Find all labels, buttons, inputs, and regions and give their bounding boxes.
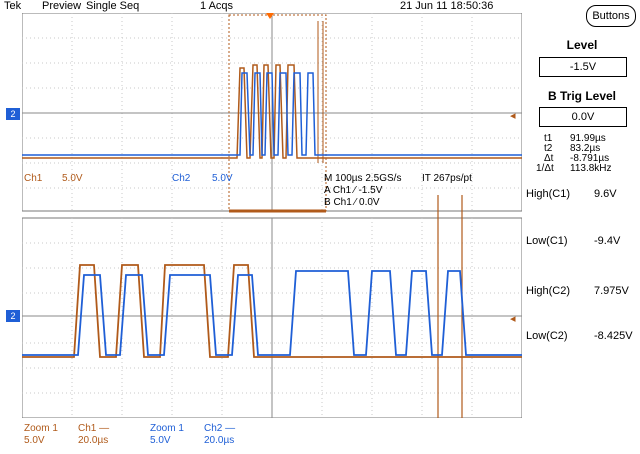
marker-label: 2	[10, 311, 16, 321]
measurement-value: -9.4V	[594, 235, 621, 247]
zoom1-ch2-zoom: Zoom 1	[150, 423, 184, 434]
buttons-button[interactable]: Buttons	[586, 5, 636, 27]
waveform-display[interactable]: Ch1 5.0V Ch2 5.0V M 100µs 2.5GS/s IT 267…	[22, 13, 522, 418]
b-trigger-level-label: B Trig Level	[547, 89, 617, 103]
zoom1-ch1-time: 20.0µs	[78, 435, 109, 446]
trigger-b-readout: B Ch1 ⁄ 0.0V	[324, 197, 380, 208]
ch2-scale-upper: 5.0V	[212, 173, 233, 184]
ch1-label-upper: Ch1	[24, 173, 43, 184]
zoom1-ch2-time: 20.0µs	[204, 435, 235, 446]
b-trigger-level-field[interactable]: 0.0V	[539, 107, 627, 127]
timebase-readout: M 100µs 2.5GS/s	[324, 173, 401, 184]
measurement-value: 7.975V	[594, 285, 629, 297]
trigger-level-label: Level	[566, 38, 598, 52]
measurement-value: 9.6V	[594, 188, 617, 200]
cursor-readout: t1 91.99µs t2 83.2µs Δt -8.791µs 1/Δt 113.8k…	[530, 134, 630, 174]
measurement-high-c2[interactable]: High(C2) 7.975V	[524, 282, 640, 326]
inverse-delta-t-value: 113.8kHz	[570, 163, 612, 174]
trigger-level-arrow-icon-lower[interactable]: ◂	[510, 312, 516, 325]
trigger-level-field[interactable]: -1.5V	[539, 57, 627, 77]
measurement-label: High(C1)	[526, 188, 571, 200]
trigger-level-arrow-icon[interactable]: ◂	[510, 109, 516, 122]
measurement-value: -8.425V	[594, 330, 633, 342]
measurement-label: High(C2)	[526, 285, 571, 297]
sequence-mode: Single Seq	[86, 0, 140, 12]
ch2-label-upper: Ch2	[172, 173, 191, 184]
zoom1-ch2-channel: Ch2 —	[204, 423, 236, 434]
ch2-ground-marker-upper[interactable]: 2	[6, 108, 20, 120]
acq-mode: Preview	[42, 0, 82, 12]
inverse-delta-t-label: 1/Δt	[536, 163, 554, 174]
interpolation-readout: IT 267ps/pt	[422, 173, 472, 184]
measurement-high-c1[interactable]: High(C1) 9.6V	[524, 185, 640, 229]
ch1-scale-upper: 5.0V	[62, 173, 83, 184]
measurement-low-c2[interactable]: Low(C2) -8.425V	[524, 327, 640, 371]
marker-label: 2	[10, 109, 16, 119]
measurement-label: Low(C2)	[526, 330, 568, 342]
zoom1-ch1-zoom: Zoom 1	[24, 423, 58, 434]
brand-label: Tek	[4, 0, 22, 12]
ch2-ground-marker-lower[interactable]: 2	[6, 310, 20, 322]
date-time: 21 Jun 11 18:50:36	[400, 0, 494, 12]
zoom1-ch1-volts: 5.0V	[24, 435, 45, 446]
zoom1-ch2-volts: 5.0V	[150, 435, 171, 446]
acq-count: 1 Acqs	[200, 0, 234, 12]
measurement-low-c1[interactable]: Low(C1) -9.4V	[524, 232, 640, 276]
zoom1-ch1-channel: Ch1 —	[78, 423, 110, 434]
measurement-label: Low(C1)	[526, 235, 568, 247]
trigger-a-readout: A Ch1 ⁄ -1.5V	[324, 185, 383, 196]
